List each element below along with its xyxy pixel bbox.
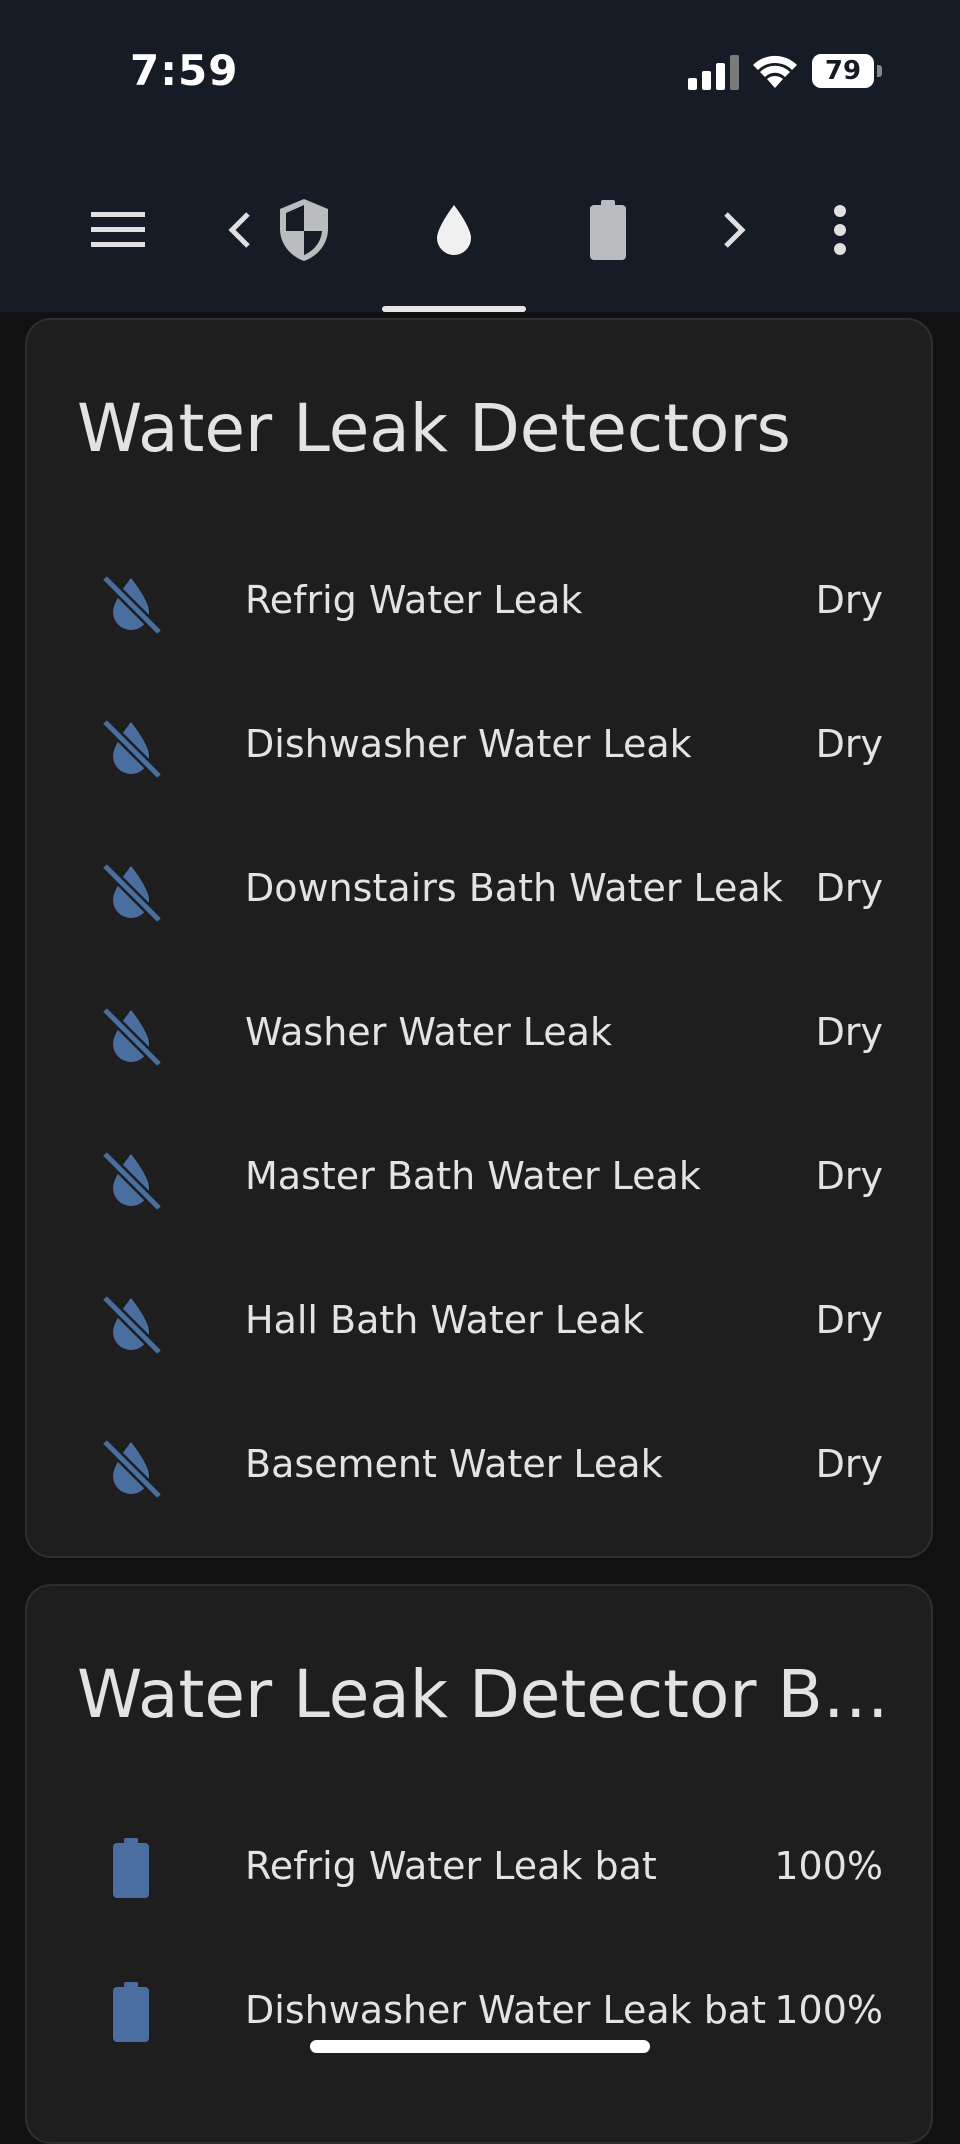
- entity-state: Dry: [815, 1442, 883, 1486]
- entity-row[interactable]: Hall Bath Water Leak Dry: [27, 1248, 931, 1392]
- card-title: Water Leak Detectors: [77, 390, 791, 467]
- entity-name: Master Bath Water Leak: [245, 1154, 701, 1198]
- chevron-left-icon[interactable]: [220, 180, 260, 280]
- entity-state: 100%: [774, 1988, 883, 2032]
- battery-level-badge: 79: [812, 54, 882, 88]
- entity-state: 100%: [774, 1844, 883, 1888]
- water-off-icon: [101, 718, 163, 778]
- card-title: Water Leak Detector Bat...: [77, 1656, 897, 1733]
- water-off-icon: [101, 1150, 163, 1210]
- entity-name: Dishwasher Water Leak: [245, 722, 692, 766]
- battery-icon: [113, 1982, 149, 2042]
- entity-row[interactable]: Refrig Water Leak Dry: [27, 528, 931, 672]
- entity-name: Refrig Water Leak: [245, 578, 583, 622]
- entity-state: Dry: [815, 722, 883, 766]
- entity-row[interactable]: Basement Water Leak Dry: [27, 1392, 931, 1536]
- entity-name: Washer Water Leak: [245, 1010, 612, 1054]
- water-off-icon: [101, 1438, 163, 1498]
- entity-name: Hall Bath Water Leak: [245, 1298, 645, 1342]
- menu-icon[interactable]: [86, 180, 150, 280]
- water-off-icon: [101, 574, 163, 634]
- water-off-icon: [101, 1006, 163, 1066]
- entity-name: Basement Water Leak: [245, 1442, 663, 1486]
- water-off-icon: [101, 862, 163, 922]
- entity-row[interactable]: Master Bath Water Leak Dry: [27, 1104, 931, 1248]
- entity-row[interactable]: Refrig Water Leak bat 100%: [27, 1794, 931, 1938]
- tab-battery-icon[interactable]: [576, 180, 640, 280]
- status-time: 7:59: [130, 46, 239, 95]
- entity-row[interactable]: Dishwasher Water Leak Dry: [27, 672, 931, 816]
- tab-security-shield-icon[interactable]: [272, 180, 336, 280]
- entity-state: Dry: [815, 1010, 883, 1054]
- wifi-icon: [753, 55, 797, 88]
- status-bar: 7:59 79: [0, 0, 960, 140]
- tab-water-drop-icon[interactable]: [422, 180, 486, 280]
- entity-state: Dry: [815, 578, 883, 622]
- entity-row[interactable]: Washer Water Leak Dry: [27, 960, 931, 1104]
- entity-state: Dry: [815, 1298, 883, 1342]
- active-tab-indicator: [382, 306, 526, 312]
- app-header: 7:59 79: [0, 0, 960, 312]
- entity-row[interactable]: Dishwasher Water Leak bat 100%: [27, 1938, 931, 2082]
- home-indicator[interactable]: [310, 2040, 650, 2053]
- entity-name: Dishwasher Water Leak bat: [245, 1988, 766, 2032]
- cellular-signal-icon: [688, 54, 740, 90]
- entity-row[interactable]: Downstairs Bath Water Leak Dry: [27, 816, 931, 960]
- battery-icon: [113, 1838, 149, 1898]
- water-off-icon: [101, 1294, 163, 1354]
- entity-name: Refrig Water Leak bat: [245, 1844, 657, 1888]
- entity-state: Dry: [815, 1154, 883, 1198]
- toolbar: [0, 180, 960, 312]
- entity-name: Downstairs Bath Water Leak: [245, 866, 783, 910]
- entity-state: Dry: [815, 866, 883, 910]
- water-leak-battery-card: Water Leak Detector Bat... Refrig Water …: [25, 1584, 933, 2144]
- chevron-right-icon[interactable]: [714, 180, 754, 280]
- more-vert-icon[interactable]: [820, 180, 860, 280]
- water-leak-detectors-card: Water Leak Detectors Refrig Water Leak D…: [25, 318, 933, 1558]
